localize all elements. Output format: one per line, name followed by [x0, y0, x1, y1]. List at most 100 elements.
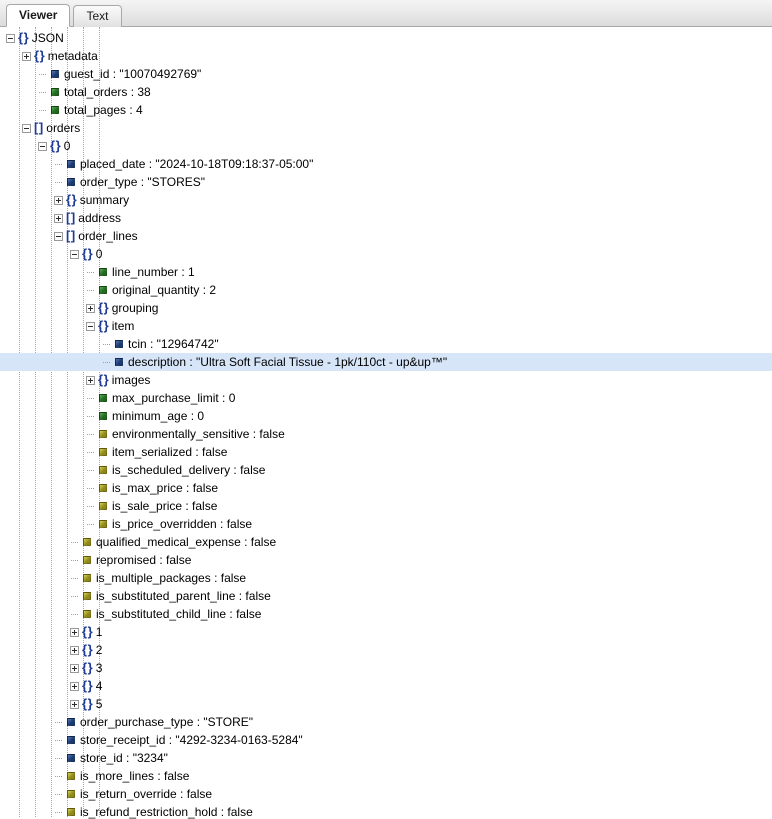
expand-icon[interactable]: [70, 627, 79, 637]
tree-leaf-connector-icon: [38, 70, 50, 79]
object-node-icon: { }: [66, 192, 77, 207]
expand-icon[interactable]: [70, 645, 79, 655]
tree-row[interactable]: line_number : 1: [0, 263, 772, 281]
tree-row[interactable]: store_receipt_id : "4292-3234-0163-5284": [0, 731, 772, 749]
row-indent: [0, 785, 54, 803]
tree-node-label: is_sale_price : false: [112, 499, 218, 513]
tree-row[interactable]: total_orders : 38: [0, 83, 772, 101]
tab-text[interactable]: Text: [73, 5, 122, 27]
tree-row[interactable]: [ ] order_lines: [0, 227, 772, 245]
expand-icon[interactable]: [70, 681, 79, 691]
tree-row[interactable]: is_refund_restriction_hold : false: [0, 803, 772, 819]
json-tree[interactable]: { } JSON{ } metadata guest_id : "1007049276…: [0, 27, 772, 819]
tree-row-selected[interactable]: description : "Ultra Soft Facial Tissue …: [0, 353, 772, 371]
number-value-icon: [99, 412, 107, 420]
tree-row[interactable]: { } metadata: [0, 47, 772, 65]
tree-leaf-connector-icon: [86, 286, 98, 295]
tree-row[interactable]: { } summary: [0, 191, 772, 209]
tree-row[interactable]: is_substituted_parent_line : false: [0, 587, 772, 605]
tree-row[interactable]: { } 1: [0, 623, 772, 641]
object-node-icon: { }: [98, 318, 109, 333]
object-node-icon: { }: [82, 696, 93, 711]
row-indent: [0, 47, 22, 65]
boolean-value-icon: [83, 574, 91, 582]
tree-row[interactable]: [ ] orders: [0, 119, 772, 137]
expand-icon[interactable]: [70, 699, 79, 709]
tree-row[interactable]: is_price_overridden : false: [0, 515, 772, 533]
row-indent: [0, 443, 86, 461]
tree-row[interactable]: { } 0: [0, 137, 772, 155]
tree-row[interactable]: guest_id : "10070492769": [0, 65, 772, 83]
collapse-icon[interactable]: [38, 141, 47, 151]
collapse-icon[interactable]: [22, 123, 31, 133]
tree-node-label: is_refund_restriction_hold : false: [80, 805, 253, 819]
tree-row[interactable]: item_serialized : false: [0, 443, 772, 461]
tree-node-label: guest_id : "10070492769": [64, 67, 202, 81]
object-node-icon: { }: [82, 246, 93, 261]
expand-icon[interactable]: [54, 213, 63, 223]
tree-row[interactable]: is_max_price : false: [0, 479, 772, 497]
tree-row[interactable]: store_id : "3234": [0, 749, 772, 767]
tree-row[interactable]: { } 5: [0, 695, 772, 713]
expand-icon[interactable]: [22, 51, 31, 61]
expand-icon[interactable]: [86, 375, 95, 385]
row-indent: [0, 101, 38, 119]
tree-row[interactable]: { } 3: [0, 659, 772, 677]
tree-row[interactable]: total_pages : 4: [0, 101, 772, 119]
tree-leaf-connector-icon: [86, 268, 98, 277]
tree-row[interactable]: qualified_medical_expense : false: [0, 533, 772, 551]
tree-row[interactable]: minimum_age : 0: [0, 407, 772, 425]
string-value-icon: [67, 718, 75, 726]
row-indent: [0, 425, 86, 443]
tree-leaf-connector-icon: [54, 160, 66, 169]
tree-row[interactable]: is_substituted_child_line : false: [0, 605, 772, 623]
collapse-icon[interactable]: [86, 321, 95, 331]
boolean-value-icon: [83, 556, 91, 564]
tree-leaf-connector-icon: [70, 574, 82, 583]
string-value-icon: [67, 160, 75, 168]
row-indent: [0, 155, 54, 173]
tree-row[interactable]: environmentally_sensitive : false: [0, 425, 772, 443]
boolean-value-icon: [99, 502, 107, 510]
boolean-value-icon: [67, 808, 75, 816]
tree-row[interactable]: order_type : "STORES": [0, 173, 772, 191]
row-indent: [0, 299, 86, 317]
tree-row[interactable]: [ ] address: [0, 209, 772, 227]
collapse-icon[interactable]: [54, 231, 63, 241]
boolean-value-icon: [99, 430, 107, 438]
tree-row[interactable]: is_sale_price : false: [0, 497, 772, 515]
tree-row[interactable]: tcin : "12964742": [0, 335, 772, 353]
boolean-value-icon: [99, 448, 107, 456]
tree-row[interactable]: { } 4: [0, 677, 772, 695]
tree-row[interactable]: max_purchase_limit : 0: [0, 389, 772, 407]
row-indent: [0, 641, 70, 659]
tree-row[interactable]: is_multiple_packages : false: [0, 569, 772, 587]
tree-node-label: metadata: [47, 49, 98, 63]
tree-row[interactable]: { } grouping: [0, 299, 772, 317]
row-indent: [0, 605, 70, 623]
tree-row[interactable]: repromised : false: [0, 551, 772, 569]
tree-row[interactable]: original_quantity : 2: [0, 281, 772, 299]
tree-row[interactable]: { } 0: [0, 245, 772, 263]
tree-node-label: is_scheduled_delivery : false: [112, 463, 266, 477]
collapse-icon[interactable]: [6, 33, 15, 43]
row-indent: [0, 209, 54, 227]
tree-row[interactable]: { } 2: [0, 641, 772, 659]
tree-row[interactable]: is_scheduled_delivery : false: [0, 461, 772, 479]
tree-row[interactable]: { } images: [0, 371, 772, 389]
tree-row[interactable]: order_purchase_type : "STORE": [0, 713, 772, 731]
expand-icon[interactable]: [86, 303, 95, 313]
tree-row[interactable]: { } JSON: [0, 29, 772, 47]
row-indent: [0, 695, 70, 713]
collapse-icon[interactable]: [70, 249, 79, 259]
expand-icon[interactable]: [54, 195, 63, 205]
tree-row[interactable]: { } item: [0, 317, 772, 335]
tree-node-label: qualified_medical_expense : false: [96, 535, 277, 549]
tree-row[interactable]: is_more_lines : false: [0, 767, 772, 785]
object-node-icon: { }: [82, 678, 93, 693]
expand-icon[interactable]: [70, 663, 79, 673]
tab-viewer[interactable]: Viewer: [6, 4, 71, 27]
tree-row[interactable]: placed_date : "2024-10-18T09:18:37-05:00…: [0, 155, 772, 173]
tree-row[interactable]: is_return_override : false: [0, 785, 772, 803]
tree-leaf-connector-icon: [86, 394, 98, 403]
